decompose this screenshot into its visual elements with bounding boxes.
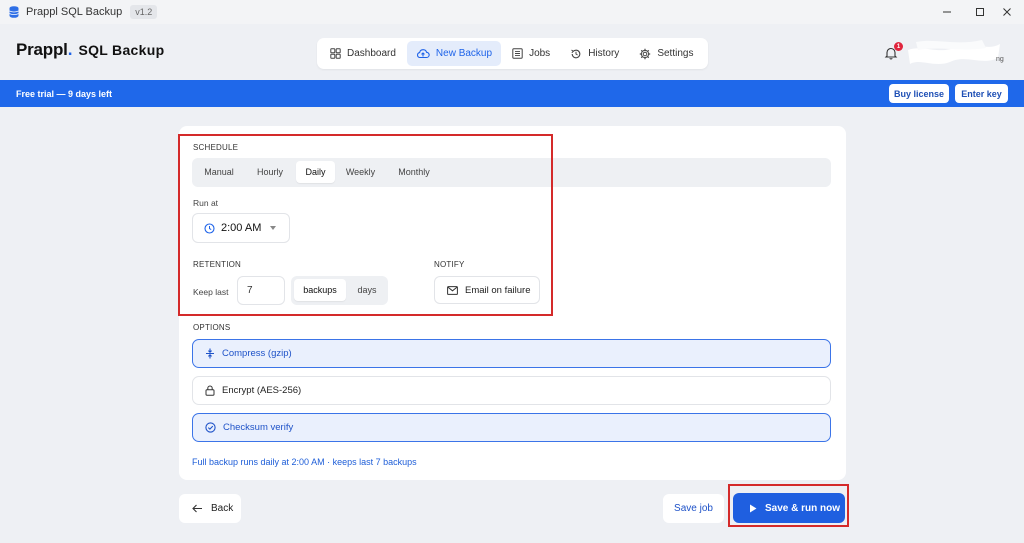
chevron-down-icon (270, 226, 276, 230)
back-label: Back (211, 503, 234, 514)
keep-last-label: Keep last (193, 287, 229, 297)
run-at-select[interactable]: 2:00 AM (192, 213, 290, 243)
app-header: Prappl. SQL Backup Dashboard New Backup … (0, 24, 1024, 80)
gear-icon (640, 48, 651, 59)
minimize-button[interactable] (930, 0, 964, 24)
grid-icon (330, 48, 341, 59)
app-logo: Prappl. SQL Backup (16, 40, 164, 60)
backup-config-card: SCHEDULE Manual Hourly Daily Weekly Mont… (179, 126, 846, 480)
trial-banner: Free trial — 9 days left Buy license Ent… (0, 80, 1024, 107)
trial-text: Free trial — 9 days left (16, 88, 113, 99)
back-button[interactable]: Back (179, 494, 241, 523)
nav-dashboard[interactable]: Dashboard (321, 41, 405, 66)
frequency-selector: Manual Hourly Daily Weekly Monthly (192, 158, 831, 187)
check-circle-icon (205, 422, 216, 433)
compress-icon (206, 348, 214, 359)
retention-unit-selector: backups days (291, 276, 388, 305)
nav-label: Dashboard (347, 48, 396, 59)
minimize-icon (943, 11, 951, 13)
option-checksum[interactable]: Checksum verify (192, 413, 831, 442)
database-icon (9, 6, 19, 18)
frequency-daily[interactable]: Daily (296, 161, 335, 183)
close-icon (1003, 8, 1011, 16)
user-name-suffix: ng (996, 56, 1004, 63)
mail-icon (447, 285, 458, 295)
list-icon (512, 48, 523, 59)
nav-settings[interactable]: Settings (630, 41, 702, 66)
frequency-hourly[interactable]: Hourly (247, 161, 293, 183)
frequency-manual[interactable]: Manual (195, 161, 243, 183)
nav-history[interactable]: History (561, 41, 628, 66)
option-label: Compress (gzip) (222, 348, 292, 359)
run-at-label: Run at (193, 198, 219, 208)
email-on-failure-toggle[interactable]: Email on failure (434, 276, 540, 304)
arrow-left-icon (192, 504, 202, 513)
close-window-button[interactable] (990, 0, 1024, 24)
nav-jobs[interactable]: Jobs (503, 41, 559, 66)
cloud-upload-icon (416, 49, 430, 59)
run-at-value: 2:00 AM (221, 222, 262, 234)
clock-icon (204, 222, 215, 234)
window-title-bar: Prappl SQL Backup v1.2 (0, 0, 1024, 24)
notification-badge: 1 (894, 42, 903, 51)
option-label: Encrypt (AES-256) (222, 385, 302, 396)
logo-product: SQL Backup (78, 42, 165, 58)
save-and-run-button[interactable]: Save & run now (733, 493, 845, 523)
option-compress[interactable]: Compress (gzip) (192, 339, 831, 368)
version-badge: v1.2 (130, 5, 158, 19)
logo-dot: . (67, 40, 73, 59)
retention-heading: RETENTION (193, 260, 242, 269)
unit-days[interactable]: days (349, 279, 385, 301)
buy-license-button[interactable]: Buy license (889, 84, 949, 103)
frequency-weekly[interactable]: Weekly (338, 161, 383, 183)
history-icon (571, 49, 581, 58)
schedule-heading: SCHEDULE (193, 143, 239, 152)
nav-new-backup[interactable]: New Backup (406, 41, 502, 66)
logo-brand: Prappl (16, 40, 68, 59)
nav-label: History (588, 48, 620, 59)
app-title: Prappl SQL Backup (26, 6, 123, 18)
user-name-redacted (908, 40, 1000, 64)
enter-key-button[interactable]: Enter key (955, 84, 1008, 103)
frequency-monthly[interactable]: Monthly (386, 161, 442, 183)
backup-summary: Full backup runs daily at 2:00 AM · keep… (192, 457, 417, 467)
save-job-button[interactable]: Save job (663, 494, 724, 523)
nav-label: Settings (657, 48, 694, 59)
email-on-failure-label: Email on failure (465, 284, 531, 296)
save-and-run-label: Save & run now (765, 502, 841, 514)
options-heading: OPTIONS (193, 323, 231, 332)
unit-backups[interactable]: backups (294, 279, 346, 301)
play-icon (750, 504, 757, 512)
keep-last-input[interactable]: 7 (237, 276, 285, 305)
nav-label: Jobs (529, 48, 551, 59)
option-encrypt[interactable]: Encrypt (AES-256) (192, 376, 831, 405)
nav-label: New Backup (435, 48, 493, 59)
lock-icon (205, 385, 215, 396)
option-label: Checksum verify (223, 422, 294, 433)
main-nav: Dashboard New Backup Jobs History Settin… (317, 38, 709, 69)
notify-heading: NOTIFY (434, 260, 465, 269)
maximize-icon (976, 8, 984, 16)
